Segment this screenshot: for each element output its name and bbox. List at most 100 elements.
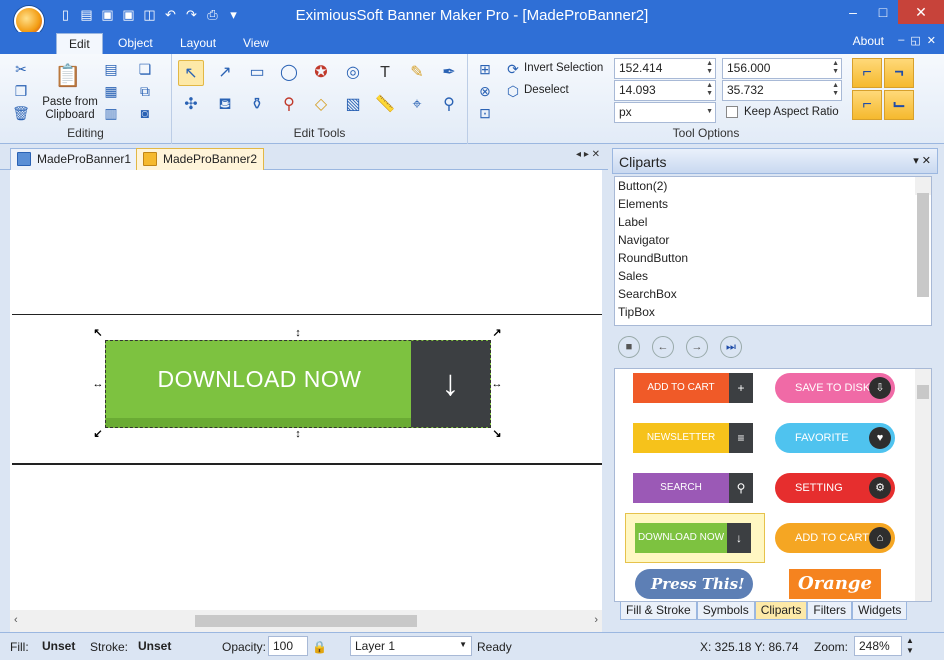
transform-icon[interactable]: ⧉ xyxy=(136,82,154,100)
gallery-scroll-thumb[interactable] xyxy=(917,385,929,399)
layer-dropdown-arrow[interactable]: ▼ xyxy=(459,640,467,649)
back-icon[interactable]: ← xyxy=(652,336,674,358)
panel-buttons[interactable]: ▾ ✕ xyxy=(913,154,931,167)
tab-layout[interactable]: Layout xyxy=(168,33,228,54)
resize-handle-e[interactable]: ↔ xyxy=(491,378,503,390)
h-spinner[interactable]: ▲ ▼ xyxy=(832,82,839,98)
resize-handle-w[interactable]: ↔ xyxy=(92,378,104,390)
list-item[interactable]: Elements xyxy=(615,195,931,213)
corner-bottom-left-icon[interactable]: ⌐ xyxy=(852,90,882,120)
select-all-icon[interactable]: ⊞ xyxy=(476,60,494,78)
fill-bucket-tool-icon[interactable]: ⛾ xyxy=(212,92,238,118)
tab-symbols[interactable]: Symbols xyxy=(696,602,755,620)
corner-bottom-right-icon[interactable]: ⌙ xyxy=(884,90,914,120)
list-item[interactable]: Button(2) xyxy=(615,177,931,195)
text-tool-icon[interactable]: T xyxy=(372,60,398,86)
paste-options-icon[interactable]: ▥ xyxy=(102,104,120,122)
clipart-add-to-cart[interactable]: ADD TO CART + xyxy=(633,373,753,403)
h-field[interactable]: 35.732 ▲ ▼ xyxy=(722,80,842,101)
tweak-tool-icon[interactable]: ✣ xyxy=(178,92,204,118)
cut-icon[interactable]: ✂ xyxy=(12,60,30,78)
corner-top-right-icon[interactable]: ¬ xyxy=(884,58,914,88)
tab-edit[interactable]: Edit xyxy=(56,33,103,54)
doc-tab-1[interactable]: MadeProBanner1 xyxy=(10,148,139,170)
zoom-spinner[interactable]: ▲ ▼ xyxy=(906,636,914,656)
clone-icon[interactable]: ❏ xyxy=(136,60,154,78)
x-field[interactable]: 152.414 ▲ ▼ xyxy=(614,58,716,79)
ellipse-tool-icon[interactable]: ◯ xyxy=(276,60,302,86)
tab-nav[interactable]: ◂ ▸ ✕ xyxy=(576,149,600,160)
resize-handle-nw[interactable]: ↖ xyxy=(92,327,104,339)
restore-icon[interactable]: ◱ xyxy=(910,34,920,47)
list-item[interactable]: Navigator xyxy=(615,231,931,249)
zoom-field[interactable]: 248% xyxy=(854,636,902,656)
list-item[interactable]: SearchBox xyxy=(615,285,931,303)
scroll-right-arrow[interactable]: › xyxy=(594,614,598,626)
tab-widgets[interactable]: Widgets xyxy=(852,602,908,620)
layer-select[interactable]: Layer 1 ▼ xyxy=(350,636,472,656)
clipart-press-this[interactable]: Press This! xyxy=(635,569,753,599)
deselect-icon[interactable]: ⬡ xyxy=(504,82,522,100)
measure-tool-icon[interactable]: 📏 xyxy=(372,92,398,118)
calligraphy-tool-icon[interactable]: ✒ xyxy=(436,60,462,86)
resize-handle-sw[interactable]: ↙ xyxy=(92,428,104,440)
minimize-ribbon-icon[interactable]: – xyxy=(898,34,904,47)
camera-icon[interactable]: ◙ xyxy=(136,104,154,122)
canvas[interactable]: DOWNLOAD NOW ↓ ↖ ↕ ↗ ↔ ↔ ↙ ↕ ↘ xyxy=(12,170,602,606)
y-field[interactable]: 14.093 ▲ ▼ xyxy=(614,80,716,101)
about-link[interactable]: About xyxy=(853,34,884,48)
clipart-add-to-cart-pill[interactable]: ADD TO CART ⌂ xyxy=(775,523,895,553)
w-field[interactable]: 156.000 ▲ ▼ xyxy=(722,58,842,79)
list-item[interactable]: Label xyxy=(615,213,931,231)
node-tool-icon[interactable]: ↗ xyxy=(212,60,238,86)
select-tool-icon[interactable]: ↖ xyxy=(178,60,204,86)
clipart-orange[interactable]: Orange xyxy=(789,569,881,599)
clipart-favorite[interactable]: FAVORITE ♥ xyxy=(775,423,895,453)
banner-text[interactable]: DOWNLOAD NOW xyxy=(106,366,413,393)
stroke-value[interactable]: Unset xyxy=(138,639,171,653)
close-doc-icon[interactable]: ✕ xyxy=(927,34,936,47)
delete-icon[interactable]: 🗑 xyxy=(12,104,30,122)
resize-handle-n[interactable]: ↕ xyxy=(292,327,304,339)
clipart-save-to-disk[interactable]: SAVE TO DISK ⇩ xyxy=(775,373,895,403)
stop-icon[interactable]: ■ xyxy=(618,336,640,358)
tab-cliparts[interactable]: Cliparts xyxy=(754,602,808,620)
gradient-tool-icon[interactable]: ▧ xyxy=(340,92,366,118)
w-spinner[interactable]: ▲ ▼ xyxy=(832,60,839,76)
paste-icon[interactable]: 📋 xyxy=(52,62,84,90)
doc-tab-2[interactable]: MadeProBanner2 xyxy=(136,148,265,170)
copy-icon[interactable]: ❐ xyxy=(12,82,30,100)
resize-handle-ne[interactable]: ↗ xyxy=(491,327,503,339)
unit-select[interactable]: px ▼ xyxy=(614,102,716,123)
spiral-tool-icon[interactable]: ◎ xyxy=(340,60,366,86)
scroll-thumb[interactable] xyxy=(195,615,417,627)
pencil-tool-icon[interactable]: ✎ xyxy=(404,60,430,86)
invert-selection-icon[interactable]: ⟳ xyxy=(504,60,522,78)
list-scrollbar[interactable] xyxy=(915,177,931,297)
paste-from-clipboard-button[interactable]: Paste from Clipboard xyxy=(38,96,102,122)
duplicate-icon[interactable]: ▦ xyxy=(102,82,120,100)
deselect-button[interactable]: Deselect xyxy=(524,84,569,97)
clipart-setting[interactable]: SETTING ⚙ xyxy=(775,473,895,503)
horizontal-scrollbar[interactable]: ‹ › xyxy=(10,610,602,632)
connector-tool-icon[interactable]: ⌖ xyxy=(404,92,430,118)
skip-end-icon[interactable]: ⏭ xyxy=(720,336,742,358)
resize-handle-se[interactable]: ↘ xyxy=(491,428,503,440)
invert-selection-button[interactable]: Invert Selection xyxy=(524,62,603,75)
list-item[interactable]: Sales xyxy=(615,267,931,285)
list-scroll-thumb[interactable] xyxy=(917,193,929,297)
select-same-icon[interactable]: ⊗ xyxy=(476,82,494,100)
tab-filters[interactable]: Filters xyxy=(807,602,853,620)
unit-dropdown-arrow[interactable]: ▼ xyxy=(706,108,713,116)
x-spinner[interactable]: ▲ ▼ xyxy=(706,60,713,76)
list-item[interactable]: TipBox xyxy=(615,303,931,321)
eraser-tool-icon[interactable]: ◇ xyxy=(308,92,334,118)
tab-view[interactable]: View xyxy=(231,33,281,54)
resize-handle-s[interactable]: ↕ xyxy=(292,428,304,440)
minimize-button[interactable]: – xyxy=(838,0,868,24)
zoom-tool-icon[interactable]: ⚲ xyxy=(436,92,462,118)
scroll-left-arrow[interactable]: ‹ xyxy=(14,614,18,626)
tab-object[interactable]: Object xyxy=(106,33,165,54)
download-banner[interactable]: DOWNLOAD NOW ↓ xyxy=(105,340,491,428)
clipart-search[interactable]: SEARCH ⚲ xyxy=(633,473,753,503)
